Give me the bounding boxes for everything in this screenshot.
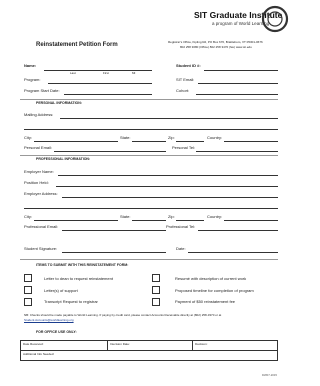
country-field[interactable] <box>224 141 278 142</box>
checklist-item-payment: Payment of $50 reinstatement fee <box>175 299 236 304</box>
checklist-item-support-letters: Letter(s) of support <box>44 288 78 293</box>
decision-cell: Decision: <box>192 340 278 351</box>
section-divider <box>20 99 278 100</box>
cohort-label: Cohort: <box>176 88 190 93</box>
checkbox-dean-letter[interactable] <box>24 274 32 282</box>
personal-tel-label: Personal Tel: <box>172 145 196 150</box>
program-start-field[interactable] <box>64 94 152 95</box>
position-held-field[interactable] <box>56 186 278 187</box>
student-signature-label: Student Signature: <box>24 246 58 251</box>
checkbox-support-letters[interactable] <box>24 286 32 294</box>
personal-email-field[interactable] <box>54 151 166 152</box>
decision-date-cell: Decision Date: <box>107 340 194 351</box>
program-start-label: Program Start Date: <box>24 88 60 93</box>
payment-note: NB: Checks should be made payable to Wor… <box>24 313 222 317</box>
sit-email-field[interactable] <box>198 83 278 84</box>
decision-label: Decision: <box>195 342 208 346</box>
employer-state-field[interactable] <box>132 220 166 221</box>
country-label: Country: <box>207 135 223 140</box>
signature-date-label: Date: <box>176 246 186 251</box>
professional-email-field[interactable] <box>62 230 166 231</box>
checklist-item-transcript: Transcript Request to registrar <box>44 299 98 304</box>
cohort-field[interactable] <box>196 94 278 95</box>
mailing-address-field-2[interactable] <box>24 129 278 130</box>
checkbox-timeline[interactable] <box>152 286 160 294</box>
employer-address-label: Employer Address: <box>24 191 58 196</box>
checklist-item-dean-letter: Letter to dean to request reinstatement <box>44 276 113 281</box>
checkbox-payment[interactable] <box>152 298 160 306</box>
form-title: Reinstatement Petition Form <box>36 42 118 48</box>
employer-name-field[interactable] <box>58 175 278 176</box>
section-divider <box>20 259 278 260</box>
student-id-label: Student ID #: <box>176 63 201 68</box>
program-field[interactable] <box>48 83 152 84</box>
name-sub-last: Last <box>70 71 76 75</box>
zip-field[interactable] <box>176 141 204 142</box>
registrar-address: Registrar's Office, Kipling Rd, PO Box 6… <box>168 40 263 44</box>
personal-email-label: Personal Email: <box>24 145 53 150</box>
city-label: City: <box>24 135 32 140</box>
personal-heading: PERSONAL INFORMATION: <box>36 101 82 105</box>
form-code: DW07-2015 <box>262 373 277 377</box>
date-received-label: Date Received: <box>23 342 44 346</box>
student-signature-field[interactable] <box>62 252 166 253</box>
employer-country-label: Country: <box>207 214 223 219</box>
name-field[interactable] <box>44 70 152 71</box>
checklist-heading: ITEMS TO SUBMIT WITH THIS REINSTATEMENT … <box>36 263 129 267</box>
employer-zip-field[interactable] <box>176 220 204 221</box>
employer-address-field[interactable] <box>62 197 278 198</box>
name-sub-middle: MI <box>132 71 136 75</box>
checklist-item-resume: Resumé with description of current work <box>175 276 247 281</box>
section-divider <box>20 155 278 156</box>
payment-note-email[interactable]: Student.Accounts@worldlearning.org <box>24 319 74 322</box>
mailing-address-label: Mailing Address: <box>24 112 54 117</box>
employer-state-label: State: <box>120 214 131 219</box>
program-label: Program: <box>24 77 41 82</box>
checkbox-resume[interactable] <box>152 274 160 282</box>
decision-date-label: Decision Date: <box>110 342 130 346</box>
personal-tel-field[interactable] <box>196 151 278 152</box>
checkbox-transcript[interactable] <box>24 298 32 306</box>
professional-heading: PROFESSIONAL INFORMATION: <box>36 157 91 161</box>
office-use-table: Date Received: Decision Date: Decision: … <box>19 340 278 361</box>
office-use-heading: FOR OFFICE USE ONLY: <box>36 330 77 334</box>
professional-email-label: Professional Email: <box>24 224 59 229</box>
state-label: State: <box>120 135 131 140</box>
professional-tel-field[interactable] <box>198 230 278 231</box>
employer-country-field[interactable] <box>224 220 278 221</box>
additional-info-cell: Additional Info Needed: <box>20 350 278 361</box>
professional-tel-label: Professional Tel: <box>166 224 196 229</box>
checklist-item-timeline: Proposed timeline for completion of prog… <box>175 288 254 293</box>
employer-zip-label: Zip: <box>168 214 175 219</box>
student-id-field[interactable] <box>204 70 278 71</box>
employer-address-field-2[interactable] <box>24 208 278 209</box>
signature-date-field[interactable] <box>188 252 278 253</box>
state-field[interactable] <box>132 141 166 142</box>
employer-name-label: Employer Name: <box>24 169 54 174</box>
zip-label: Zip: <box>168 135 175 140</box>
date-received-cell: Date Received: <box>19 340 109 351</box>
employer-city-field[interactable] <box>34 220 118 221</box>
world-learning-logo-icon <box>261 5 289 33</box>
additional-info-label: Additional Info Needed: <box>23 352 55 356</box>
mailing-address-field[interactable] <box>60 118 278 119</box>
sit-email-label: SIT Email: <box>176 77 195 82</box>
position-held-label: Position Held: <box>24 180 49 185</box>
name-label: Name: <box>24 63 37 68</box>
registrar-contact: 802 258 3080 (Office) 802 258 3470 (fax)… <box>180 45 252 49</box>
employer-city-label: City: <box>24 214 32 219</box>
city-field[interactable] <box>34 141 118 142</box>
name-sub-first: First <box>103 71 109 75</box>
